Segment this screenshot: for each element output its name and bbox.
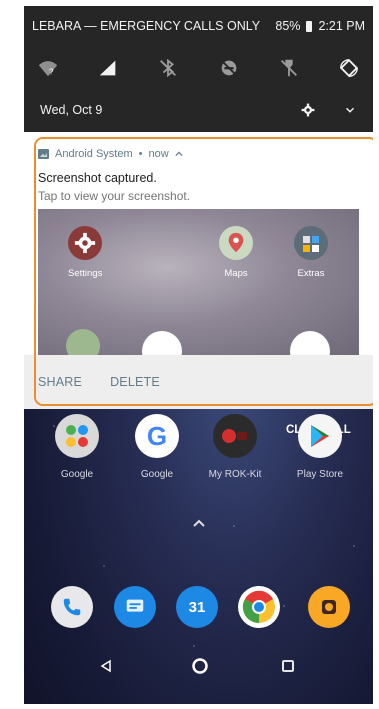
phone-screen: LEBARA — EMERGENCY CALLS ONLY 85% 2:21 P… (24, 6, 373, 704)
back-icon (100, 659, 111, 673)
home-app-label: My ROK-Kit (208, 469, 262, 480)
home-app-google[interactable]: G Google (122, 414, 192, 480)
back-button[interactable] (94, 654, 118, 678)
quick-settings-row: ? (30, 53, 367, 83)
phone-icon[interactable] (51, 586, 93, 628)
calendar-icon[interactable]: 31 (176, 586, 218, 628)
home-app-label: Google (60, 469, 94, 480)
app-drawer-chevron-up-icon[interactable] (192, 518, 206, 528)
home-app-rok-kit[interactable]: My ROK-Kit (200, 414, 270, 480)
date-label: Wed, Oct 9 (40, 103, 103, 117)
navigation-bar (24, 646, 373, 686)
auto-rotate-tile[interactable] (331, 53, 367, 83)
google-icon: G (135, 414, 179, 458)
notification-shade: LEBARA — EMERGENCY CALLS ONLY 85% 2:21 P… (24, 6, 373, 132)
carrier-label: LEBARA — EMERGENCY CALLS ONLY (32, 19, 261, 33)
battery-percent: 85% (275, 19, 301, 33)
dock: 31 (24, 586, 373, 636)
dnd-off-icon (220, 60, 237, 76)
expand-chevron-down-icon[interactable] (343, 103, 357, 117)
messages-icon[interactable] (114, 586, 156, 628)
home-app-google-folder[interactable]: Google (42, 414, 112, 480)
home-app-play-store[interactable]: Play Store (285, 414, 355, 480)
signal-icon (99, 60, 116, 76)
highlight-outline (34, 137, 373, 406)
status-right: 85% 2:21 PM (275, 19, 365, 33)
rok-kit-icon (213, 414, 257, 458)
mobile-data-tile[interactable] (90, 53, 126, 83)
auto-rotate-icon (339, 58, 359, 78)
svg-text:?: ? (49, 67, 54, 76)
home-icon (192, 658, 208, 674)
bluetooth-off-icon (160, 58, 177, 78)
do-not-disturb-tile[interactable] (211, 53, 247, 83)
home-app-row: Google G Google My ROK-Kit Play Store (24, 414, 373, 494)
date-actions (301, 103, 357, 117)
home-button[interactable] (188, 654, 212, 678)
date-row: Wed, Oct 9 (40, 100, 357, 120)
wifi-tile[interactable]: ? (30, 53, 66, 83)
recents-icon (282, 660, 294, 672)
settings-gear-icon[interactable] (301, 103, 315, 117)
chrome-icon[interactable] (238, 586, 280, 628)
flashlight-off-icon (280, 59, 297, 77)
recents-button[interactable] (276, 654, 300, 678)
bluetooth-tile[interactable] (150, 53, 186, 83)
clock: 2:21 PM (318, 19, 365, 33)
camera-icon[interactable] (308, 586, 350, 628)
flashlight-tile[interactable] (271, 53, 307, 83)
play-store-icon (298, 414, 342, 458)
status-bar: LEBARA — EMERGENCY CALLS ONLY 85% 2:21 P… (32, 16, 365, 36)
home-app-label: Play Store (296, 469, 344, 480)
google-folder-icon (55, 414, 99, 458)
battery-icon (306, 20, 313, 32)
calendar-day: 31 (188, 598, 206, 616)
wifi-icon: ? (38, 61, 58, 76)
home-app-label: Google (140, 469, 174, 480)
